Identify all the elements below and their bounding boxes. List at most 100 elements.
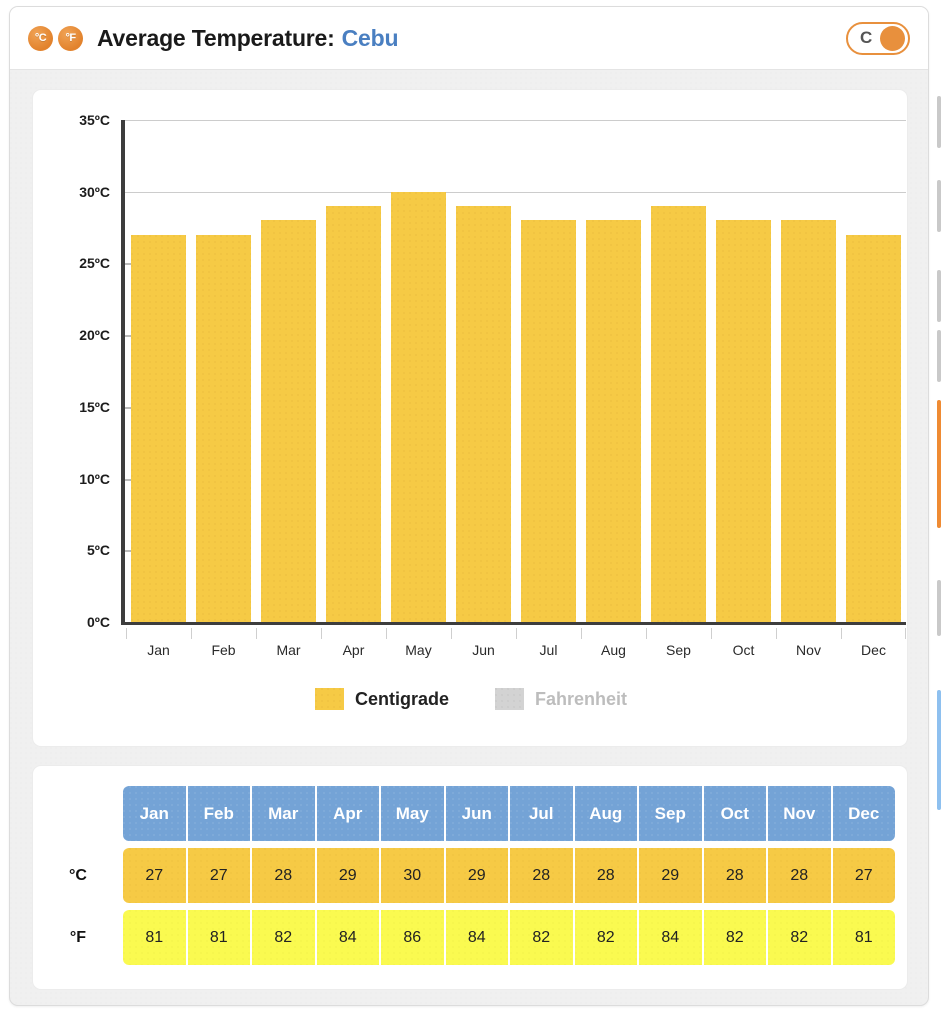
table-header-cell-nov: Nov — [768, 786, 831, 841]
x-axis-label-oct: Oct — [732, 642, 755, 658]
scroll-marker-1[interactable] — [937, 180, 941, 232]
bar-mar[interactable] — [260, 220, 317, 622]
x-axis-label-feb: Feb — [211, 642, 236, 658]
legend-item-centigrade[interactable]: Centigrade — [314, 688, 449, 710]
bar-jul[interactable] — [520, 220, 577, 622]
table-row-celsius: °C 27 27 28 29 30 29 28 28 29 28 28 27 — [33, 848, 909, 903]
table-cell-fahrenheit-aug: 82 — [574, 910, 637, 965]
y-axis-label: 10ºC — [79, 470, 110, 487]
bar-may[interactable] — [390, 191, 447, 622]
scroll-marker-5[interactable] — [937, 580, 941, 636]
bar-nov[interactable] — [780, 220, 837, 622]
bar-slot — [256, 120, 321, 622]
bar-jan[interactable] — [130, 234, 187, 622]
bar-slot — [126, 120, 191, 622]
x-axis-tick — [646, 628, 711, 640]
scroll-position-markers[interactable] — [934, 0, 943, 1024]
table-cell-fahrenheit-oct: 82 — [703, 910, 766, 965]
scroll-marker-2[interactable] — [937, 270, 941, 322]
x-axis-label-mar: Mar — [276, 642, 301, 658]
scroll-marker-0[interactable] — [937, 96, 941, 148]
x-axis-line — [121, 622, 906, 625]
table-cell-celsius-jun: 29 — [445, 848, 508, 903]
bar-slot — [776, 120, 841, 622]
x-axis-tick — [451, 628, 516, 640]
table-cell-fahrenheit-may: 86 — [381, 910, 444, 965]
x-axis-tick — [776, 628, 841, 640]
page-title: Average Temperature: — [97, 24, 335, 51]
x-axis-tick — [841, 628, 906, 640]
unit-toggle-switch[interactable]: C — [846, 21, 910, 55]
table-cell-fahrenheit-nov: 82 — [768, 910, 831, 965]
bar-slot — [321, 120, 386, 622]
chart-card: 0ºC 5ºC 10ºC 15ºC 20ºC 25ºC 30ºC 35ºC Jan Feb Mar… — [32, 89, 908, 747]
bar-sep[interactable] — [650, 206, 707, 622]
table-header-cell-apr: Apr — [316, 786, 379, 841]
x-axis-tick — [256, 628, 321, 640]
bar-dec[interactable] — [845, 234, 902, 622]
row-label-celsius: °C — [69, 866, 87, 884]
legend-item-fahrenheit[interactable]: Fahrenheit — [495, 688, 627, 710]
table-header-cell-feb: Feb — [187, 786, 250, 841]
table-header-cell-jul: Jul — [510, 786, 573, 841]
scroll-marker-3[interactable] — [937, 330, 941, 382]
x-axis-tick — [516, 628, 581, 640]
table-header-cell-mar: Mar — [252, 786, 315, 841]
x-axis-label-sep: Sep — [666, 642, 691, 658]
bar-jun[interactable] — [455, 206, 512, 622]
bar-apr[interactable] — [325, 206, 382, 622]
bar-slot — [841, 120, 906, 622]
fahrenheit-badge-icon[interactable]: °F — [58, 25, 83, 51]
widget-header: °C °F Average Temperature: Cebu C — [10, 7, 928, 70]
location-name[interactable]: Cebu — [342, 25, 399, 52]
legend-label-fahrenheit: Fahrenheit — [535, 688, 628, 709]
table-cell-fahrenheit-jul: 82 — [510, 910, 573, 965]
table-row-fahrenheit: °F 81 81 82 84 86 84 82 82 84 82 82 81 — [33, 910, 909, 965]
temperature-table: Jan Feb Mar Apr May Jun Jul Aug Sep Oct Nov Dec °C … — [33, 786, 909, 972]
x-axis-tick — [126, 628, 191, 640]
celsius-badge-icon[interactable]: °C — [28, 25, 53, 51]
temperature-widget-panel: °C °F Average Temperature: Cebu C 0ºC 5ºC… — [9, 6, 929, 1006]
y-axis-label: 35ºC — [79, 112, 110, 128]
x-axis-tick — [386, 628, 451, 640]
app-shell: °C °F Average Temperature: Cebu C 0ºC 5ºC… — [0, 0, 943, 1024]
table-header-cell-jan: Jan — [123, 786, 186, 841]
x-axis-label-jun: Jun — [472, 642, 495, 658]
row-label-fahrenheit: °F — [69, 928, 87, 946]
table-cell-fahrenheit-mar: 82 — [252, 910, 315, 965]
table-header-row: Jan Feb Mar Apr May Jun Jul Aug Sep Oct Nov Dec — [33, 786, 909, 841]
table-header-cell-jun: Jun — [445, 786, 508, 841]
bar-oct[interactable] — [715, 220, 772, 622]
bar-slot — [516, 120, 581, 622]
legend-label-centigrade: Centigrade — [354, 688, 449, 709]
bar-aug[interactable] — [585, 220, 642, 622]
table-cell-celsius-aug: 28 — [574, 848, 637, 903]
y-axis-label: 0ºC — [86, 614, 110, 630]
legend-swatch-centigrade — [314, 688, 344, 710]
table-cell-celsius-jul: 28 — [510, 848, 573, 903]
scroll-marker-4[interactable] — [937, 400, 941, 528]
table-cell-fahrenheit-dec: 81 — [832, 910, 895, 965]
y-axis-label: 30ºC — [79, 183, 110, 200]
y-axis-label: 25ºC — [79, 255, 110, 272]
scroll-marker-6[interactable] — [937, 690, 941, 810]
table-cell-celsius-oct: 28 — [703, 848, 766, 903]
x-axis-label-nov: Nov — [796, 642, 821, 658]
y-axis-label: 20ºC — [79, 327, 110, 344]
table-cell-fahrenheit-jan: 81 — [123, 910, 186, 965]
table-cell-celsius-dec: 27 — [832, 848, 895, 903]
x-axis-label-apr: Apr — [342, 642, 365, 658]
x-axis-tick — [321, 628, 386, 640]
unit-toggle-knob[interactable] — [880, 25, 905, 51]
table-corner-cell — [33, 786, 123, 841]
y-axis-line — [121, 120, 125, 625]
bar-feb[interactable] — [195, 234, 252, 622]
x-axis-label-dec: Dec — [861, 642, 886, 658]
table-cell-celsius-sep: 29 — [639, 848, 702, 903]
x-axis-label-may: May — [405, 642, 432, 658]
unit-toggle-label: C — [860, 28, 873, 47]
x-axis-ticks — [126, 628, 906, 640]
y-axis-label: 15ºC — [79, 398, 110, 415]
x-axis-tick — [581, 628, 646, 640]
data-table-card: Jan Feb Mar Apr May Jun Jul Aug Sep Oct Nov Dec °C … — [32, 765, 908, 990]
